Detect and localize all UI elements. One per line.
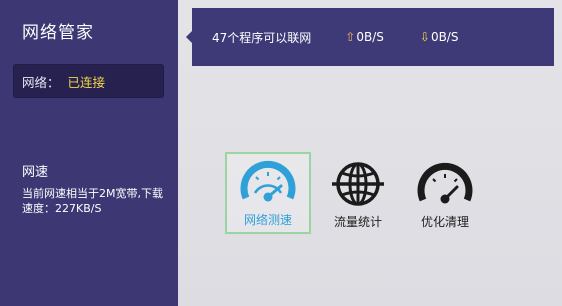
- optimize-clean-button[interactable]: 优化清理: [402, 154, 488, 236]
- connection-status-value: 已连接: [67, 74, 106, 90]
- arrow-up-icon: ⇧: [345, 30, 356, 44]
- main-content: 47个程序可以联网 ⇧ 0B/S ⇩ 0B/S 网络测速 流量统计 优化清理: [178, 0, 562, 306]
- download-speed-value: 0B/S: [430, 30, 459, 44]
- arrow-down-icon: ⇩: [419, 30, 430, 44]
- traffic-stats-label: 流量统计: [333, 215, 382, 229]
- gauge-icon: [417, 162, 473, 204]
- network-summary-bar: 47个程序可以联网 ⇧ 0B/S ⇩ 0B/S: [186, 8, 554, 66]
- apps-online-count: 47个程序可以联网: [212, 30, 312, 45]
- upload-speed: ⇧ 0B/S: [345, 30, 384, 44]
- speedometer-icon: [240, 160, 296, 202]
- speed-heading: 网速: [22, 165, 49, 180]
- connection-status: 网络： 已连接: [13, 64, 164, 98]
- globe-icon: [332, 162, 384, 206]
- pointer-arrow: [186, 31, 192, 43]
- optimize-clean-label: 优化清理: [420, 215, 469, 229]
- download-speed: ⇩ 0B/S: [420, 30, 459, 44]
- speed-test-button[interactable]: 网络测速: [225, 152, 311, 234]
- sidebar: 网络管家 网络： 已连接 网速 当前网速相当于2M宽带,下载速度：227KB/S: [0, 0, 178, 306]
- connection-status-label: 网络：: [22, 74, 60, 90]
- upload-speed-value: 0B/S: [356, 30, 384, 44]
- app-title: 网络管家: [22, 23, 94, 43]
- speed-test-label: 网络测速: [243, 213, 292, 227]
- speed-description: 当前网速相当于2M宽带,下载速度：227KB/S: [22, 187, 163, 215]
- traffic-stats-button[interactable]: 流量统计: [315, 154, 401, 236]
